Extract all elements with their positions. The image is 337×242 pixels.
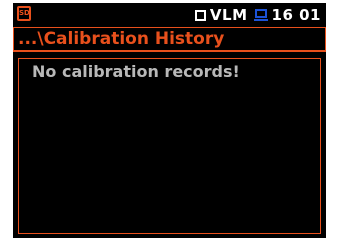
clock-time: 16 01	[271, 6, 321, 24]
vlm-indicator: VLM	[209, 6, 248, 24]
page-title: ...\Calibration History	[13, 27, 326, 52]
empty-state-message: No calibration records!	[32, 62, 240, 81]
battery-icon	[253, 9, 268, 21]
sd-card-icon: SD	[17, 6, 31, 21]
records-list-panel: No calibration records!	[18, 58, 321, 234]
status-bar: SD VLM 16 01	[13, 3, 326, 27]
device-screen: SD VLM 16 01 ...\Calibration History No …	[13, 3, 326, 238]
checkbox-icon	[194, 9, 206, 21]
status-indicators: VLM 16 01	[194, 5, 321, 25]
